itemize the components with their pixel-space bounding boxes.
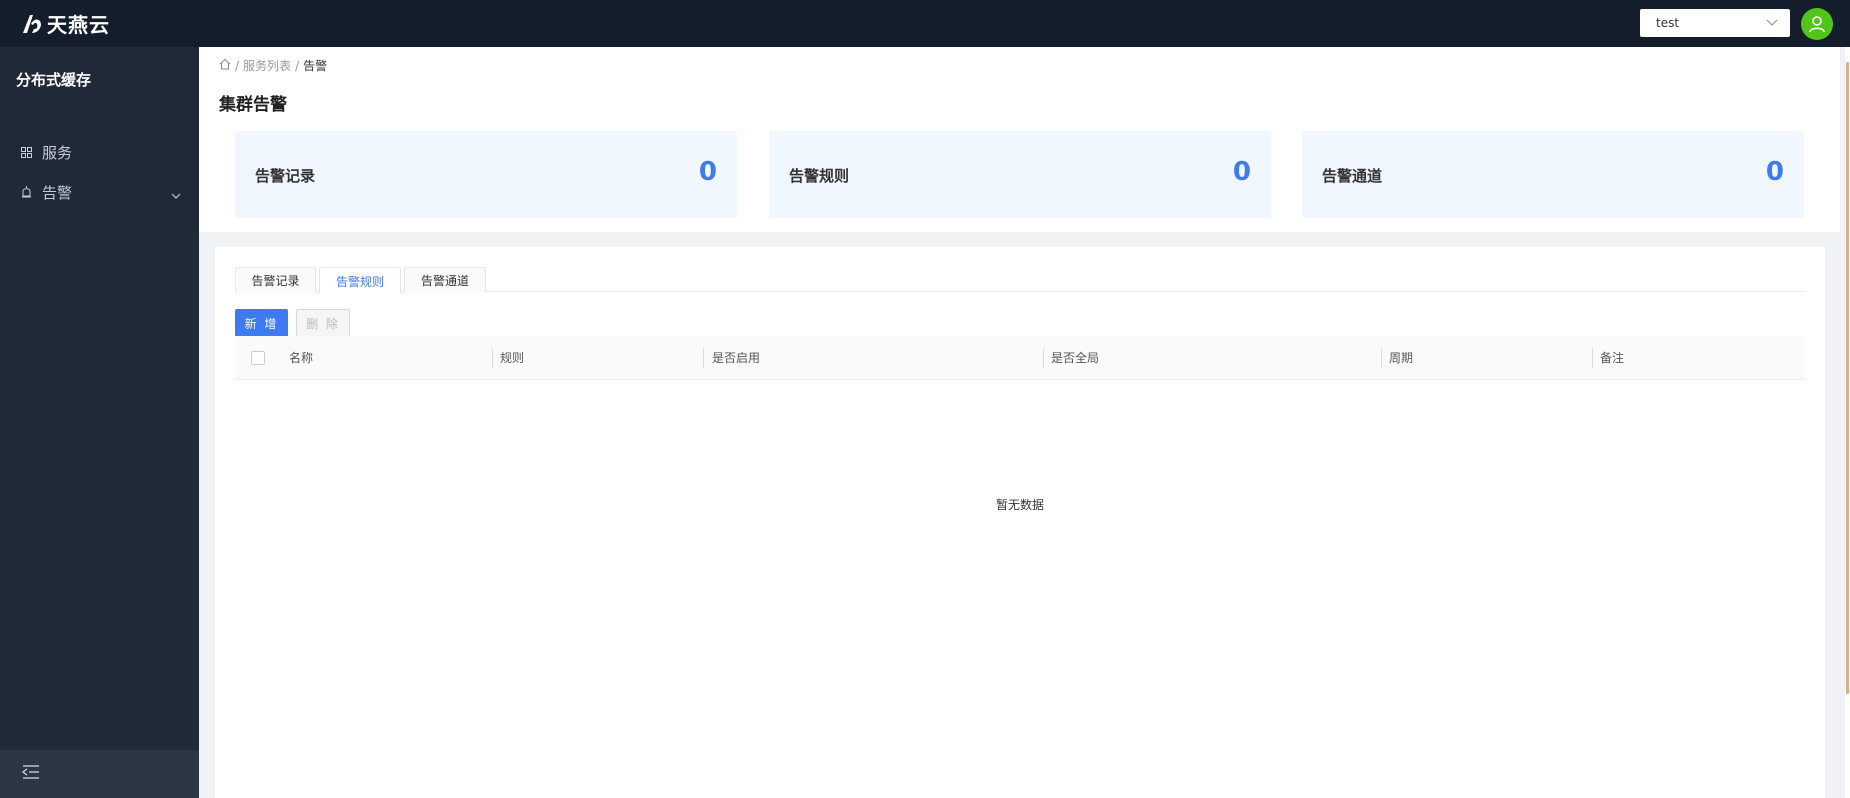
table-header: 名称 规则 是否启用 是否全局 周期 备注	[235, 336, 1805, 380]
sidebar-title: 分布式缓存	[16, 71, 92, 89]
column-divider	[492, 348, 493, 368]
stat-label: 告警记录	[255, 167, 316, 185]
stat-card-alarm-channels: 告警通道 0	[1302, 131, 1804, 218]
alarm-icon	[20, 186, 32, 198]
sidebar: 分布式缓存 服务 告警	[0, 47, 199, 798]
logo-mark-icon	[20, 12, 44, 36]
empty-state-text: 暂无数据	[995, 498, 1044, 512]
user-icon	[1809, 16, 1825, 33]
chevron-down-icon	[171, 186, 181, 204]
page-header: / 服务列表 / 告警 集群告警 告警记录 0 告警规则 0 告警通道 0	[199, 47, 1840, 232]
breadcrumb: / 服务列表 / 告警	[219, 57, 327, 74]
stat-card-alarm-records: 告警记录 0	[235, 131, 737, 218]
stat-value: 0	[1765, 157, 1784, 187]
project-select[interactable]: test	[1640, 9, 1790, 37]
breadcrumb-service-list[interactable]: 服务列表	[243, 57, 291, 74]
sidebar-item-alarm[interactable]: 告警	[0, 172, 199, 212]
stat-card-alarm-rules: 告警规则 0	[769, 131, 1271, 218]
stat-label: 告警通道	[1322, 167, 1383, 185]
column-header-global[interactable]: 是否全局	[1051, 349, 1099, 366]
home-icon[interactable]	[219, 58, 231, 73]
logo[interactable]: 天燕云	[20, 0, 110, 47]
column-header-rule[interactable]: 规则	[500, 349, 524, 366]
breadcrumb-separator: /	[235, 58, 240, 73]
chevron-down-icon	[1766, 17, 1778, 31]
column-header-name[interactable]: 名称	[289, 349, 313, 366]
sidebar-item-label: 告警	[42, 183, 73, 202]
add-button[interactable]: 新 增	[235, 309, 288, 337]
tab-alarm-rules[interactable]: 告警规则	[319, 267, 401, 294]
select-all-checkbox[interactable]	[251, 351, 265, 365]
column-divider	[703, 348, 704, 368]
stat-value: 0	[1232, 157, 1251, 187]
tab-alarm-records[interactable]: 告警记录	[235, 267, 316, 293]
column-divider	[1381, 348, 1382, 368]
stat-value: 0	[698, 157, 717, 187]
breadcrumb-separator: /	[295, 58, 300, 73]
breadcrumb-current: 告警	[303, 59, 328, 73]
content-panel: 告警记录 告警规则 告警通道 新 增 删 除 名称 规则 是否启用 是否全局 周…	[215, 247, 1825, 798]
sidebar-item-service[interactable]: 服务	[0, 132, 199, 172]
stat-label: 告警规则	[789, 167, 850, 185]
tab-bar: 告警记录 告警规则 告警通道	[235, 267, 1805, 294]
column-divider	[1592, 348, 1593, 368]
menu-collapse-icon[interactable]	[21, 764, 40, 784]
column-header-remark[interactable]: 备注	[1600, 349, 1624, 366]
grid-icon	[20, 146, 32, 158]
delete-button[interactable]: 删 除	[296, 309, 350, 337]
project-select-value: test	[1656, 16, 1680, 30]
scrollbar-thumb[interactable]	[1846, 62, 1849, 694]
page-title: 集群告警	[219, 95, 287, 115]
brand-name: 天燕云	[47, 13, 110, 37]
column-header-period[interactable]: 周期	[1389, 349, 1413, 366]
user-avatar[interactable]	[1801, 8, 1833, 40]
tab-alarm-channels[interactable]: 告警通道	[404, 267, 486, 293]
sidebar-footer	[0, 750, 199, 798]
column-header-enabled[interactable]: 是否启用	[712, 349, 760, 366]
column-divider	[1043, 348, 1044, 368]
top-bar: 天燕云 test	[0, 0, 1850, 47]
sidebar-item-label: 服务	[42, 143, 73, 162]
